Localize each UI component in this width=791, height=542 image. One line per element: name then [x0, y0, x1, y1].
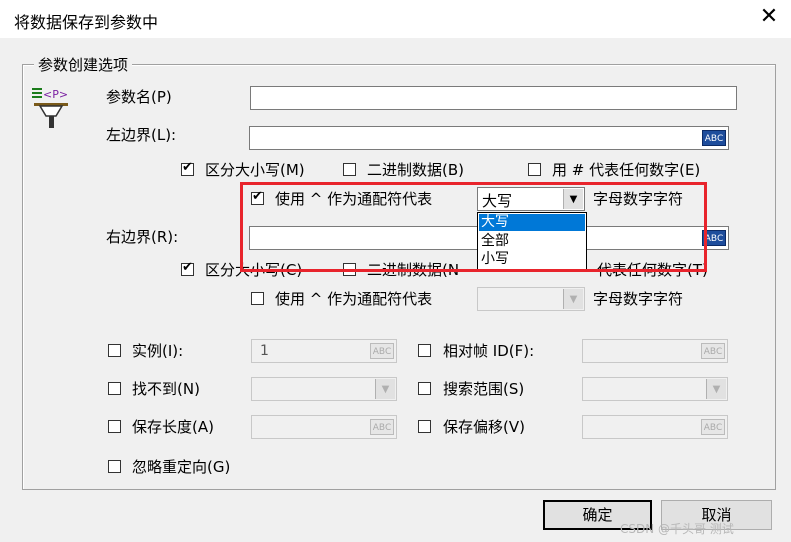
save-offset-input[interactable]: ABC	[582, 415, 728, 439]
instance-label: 实例(I):	[132, 342, 184, 360]
abc-icon[interactable]: ABC	[702, 130, 726, 146]
left-case-label: 区分大小写(M)	[205, 161, 305, 179]
instance-input[interactable]: 1 ABC	[251, 339, 397, 363]
chevron-down-icon[interactable]: ▼	[563, 289, 583, 309]
search-scope-label: 搜索范围(S)	[443, 380, 525, 398]
search-scope-combo[interactable]: ▼	[582, 377, 728, 401]
not-found-label: 找不到(N)	[132, 380, 200, 398]
save-length-label: 保存长度(A)	[132, 418, 214, 436]
left-case-checkbox[interactable]	[181, 160, 194, 176]
highlight-box	[240, 182, 707, 272]
not-found-combo[interactable]: ▼	[251, 377, 397, 401]
right-wildcard-combo[interactable]: ▼	[477, 287, 585, 311]
left-boundary-label: 左边界(L):	[106, 126, 177, 144]
instance-checkbox[interactable]	[108, 344, 121, 357]
chevron-down-icon[interactable]: ▼	[375, 379, 395, 399]
right-wildcard-checkbox[interactable]	[251, 292, 264, 305]
left-hash-checkbox[interactable]	[528, 163, 541, 176]
ignore-redirect-checkbox[interactable]	[108, 460, 121, 473]
chevron-down-icon[interactable]: ▼	[706, 379, 726, 399]
left-binary-label: 二进制数据(B)	[367, 161, 464, 179]
not-found-checkbox[interactable]	[108, 382, 121, 395]
right-case-checkbox[interactable]	[181, 260, 194, 276]
search-scope-checkbox[interactable]	[418, 382, 431, 395]
watermark: CSDN @千头哥 测试	[620, 522, 734, 536]
left-boundary-input[interactable]: ABC	[249, 126, 729, 150]
save-length-checkbox[interactable]	[108, 420, 121, 433]
param-name-input[interactable]	[250, 86, 737, 110]
abc-icon[interactable]: ABC	[701, 343, 725, 359]
left-binary-checkbox[interactable]	[343, 163, 356, 176]
parameter-icon: <P>	[32, 88, 68, 128]
icon-label: <P>	[43, 88, 68, 101]
ignore-redirect-label: 忽略重定向(G)	[132, 458, 231, 476]
relative-frame-input[interactable]: ABC	[582, 339, 728, 363]
left-hash-label: 用 # 代表任何数字(E)	[552, 161, 701, 179]
right-boundary-label: 右边界(R):	[106, 228, 179, 246]
window-title: 将数据保存到参数中	[14, 13, 159, 32]
save-length-input[interactable]: ABC	[251, 415, 397, 439]
right-wildcard-suffix: 字母数字字符	[593, 290, 684, 308]
abc-icon[interactable]: ABC	[370, 419, 394, 435]
param-name-label: 参数名(P)	[106, 88, 172, 106]
relative-frame-label: 相对帧 ID(F):	[443, 342, 535, 360]
save-offset-label: 保存偏移(V)	[443, 418, 525, 436]
abc-icon[interactable]: ABC	[370, 343, 394, 359]
save-offset-checkbox[interactable]	[418, 420, 431, 433]
group-label: 参数创建选项	[34, 54, 133, 75]
relative-frame-checkbox[interactable]	[418, 344, 431, 357]
right-wildcard-label: 使用 ^ 作为通配符代表	[275, 290, 433, 308]
close-icon[interactable]: ✕	[756, 4, 782, 29]
abc-icon[interactable]: ABC	[701, 419, 725, 435]
